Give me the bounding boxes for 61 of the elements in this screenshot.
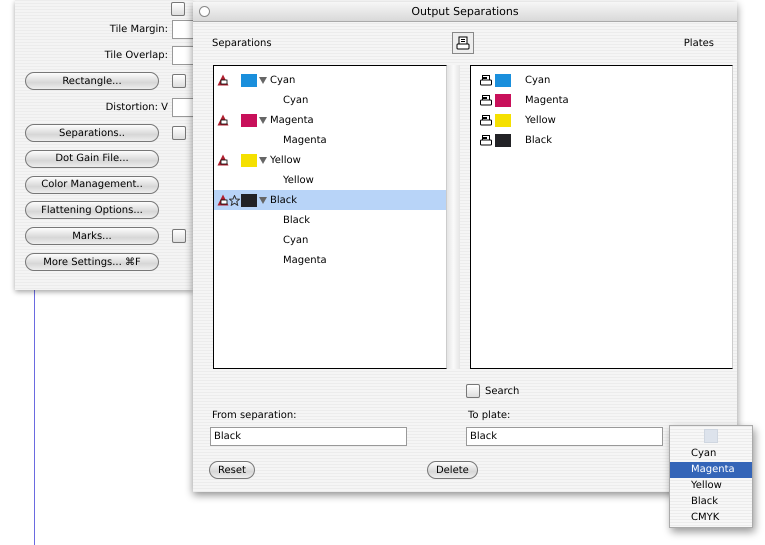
plate-name: Magenta — [283, 134, 327, 146]
menu-item[interactable]: CMYK — [670, 510, 752, 526]
section-label: Separations — [212, 38, 272, 48]
settings-button[interactable]: Dot Gain File... — [25, 150, 159, 168]
settings-button[interactable]: Separations.. — [25, 124, 159, 142]
input-field[interactable] — [172, 20, 193, 40]
settings-button[interactable]: Color Management.. — [25, 176, 159, 194]
checkbox[interactable] — [172, 126, 186, 140]
dialog-button[interactable]: Reset — [209, 461, 255, 479]
checkbox-label: Search — [485, 386, 520, 396]
field-label: To plate: — [467, 410, 512, 421]
separation-name: Black — [270, 194, 298, 206]
settings-button[interactable]: Flattening Options... — [25, 201, 159, 220]
warning-icon — [217, 74, 229, 86]
plate-name: Magenta — [283, 254, 327, 266]
menu-item[interactable]: Magenta — [670, 462, 752, 478]
warning-icon — [217, 154, 229, 166]
input-field[interactable] — [172, 98, 193, 117]
section-label: Plates — [684, 38, 714, 48]
input-field[interactable] — [172, 46, 193, 66]
checkbox[interactable] — [172, 74, 186, 88]
disclosure-triangle-icon[interactable] — [258, 195, 268, 205]
tree-row[interactable]: Cyan — [214, 70, 446, 90]
disclosure-triangle-icon[interactable] — [258, 155, 268, 165]
settings-button[interactable]: More Settings... ⌘F — [25, 253, 159, 272]
plate-name: Cyan — [525, 74, 550, 86]
plate-name: Cyan — [283, 94, 308, 106]
checkbox[interactable] — [171, 2, 185, 16]
search-checkbox[interactable] — [466, 384, 480, 398]
warning-icon — [217, 114, 229, 126]
plate-name: Yellow — [525, 114, 556, 126]
plate-name: Black — [525, 134, 552, 146]
settings-button[interactable]: Marks... — [25, 227, 159, 246]
menu-item[interactable]: Black — [670, 494, 752, 510]
plate-name: Magenta — [525, 94, 569, 106]
field-label: Tile Overlap: — [104, 50, 168, 62]
field-label: Tile Margin: — [110, 24, 168, 36]
dialog-button[interactable]: Delete — [426, 461, 478, 479]
from-separation-field[interactable]: Black — [210, 427, 407, 446]
menu-item[interactable]: Cyan — [670, 446, 752, 462]
to-plate-field[interactable]: Black — [466, 427, 663, 446]
menu-item[interactable]: Yellow — [670, 478, 752, 494]
tree-row[interactable]: Black — [214, 190, 446, 210]
field-label: From separation: — [211, 410, 298, 421]
disclosure-triangle-icon[interactable] — [258, 75, 268, 85]
disclosure-triangle-icon[interactable] — [258, 115, 268, 125]
field-label: Distortion: V — [106, 102, 168, 113]
warning-icon — [217, 194, 229, 206]
plate-name: Black — [283, 214, 310, 226]
printer-button[interactable] — [452, 32, 474, 54]
tree-row[interactable]: Yellow — [214, 150, 446, 170]
checkbox[interactable] — [172, 229, 186, 244]
plate-name: Yellow — [283, 174, 314, 186]
plate-name: Cyan — [283, 234, 308, 246]
separation-name: Yellow — [270, 154, 301, 166]
tree-row[interactable]: Magenta — [214, 110, 446, 130]
close-button[interactable] — [199, 6, 210, 17]
settings-button[interactable]: Rectangle... — [25, 72, 159, 90]
separation-name: Magenta — [270, 114, 314, 126]
window-title: Output Separations — [411, 5, 519, 18]
separation-name: Cyan — [270, 74, 296, 86]
